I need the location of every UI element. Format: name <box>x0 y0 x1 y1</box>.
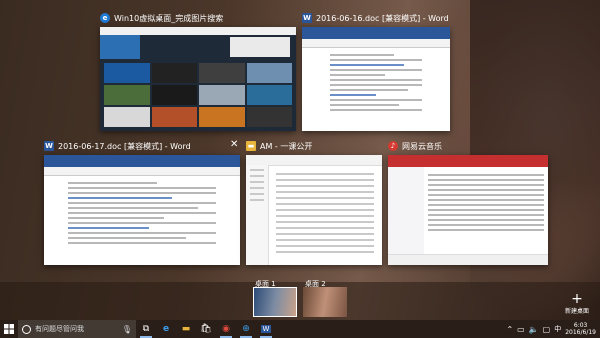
notification-icon[interactable]: ▢ <box>543 325 551 334</box>
close-window-icon[interactable]: ✕ <box>230 139 238 150</box>
word-app-button[interactable]: W <box>256 320 276 338</box>
word-icon: W <box>302 13 312 23</box>
chevron-up-icon[interactable]: ⌃ <box>506 325 513 334</box>
desktop-2-thumbnail[interactable] <box>303 287 347 317</box>
word-icon: W <box>44 141 54 151</box>
window-title-text: 2016-06-16.doc [兼容模式] - Word <box>316 13 449 23</box>
window-thumbnail-music[interactable] <box>388 155 548 265</box>
store-icon: 🛍 <box>200 324 212 334</box>
window-thumbnail-explorer[interactable] <box>246 155 382 265</box>
clock-time: 6:03 <box>573 322 588 329</box>
browser-app-button[interactable]: ⊕ <box>236 320 256 338</box>
window-thumbnail-browser[interactable] <box>100 27 296 131</box>
new-desktop-label: 新建桌面 <box>564 308 589 315</box>
search-box[interactable]: 有问题尽管问我 🎙 <box>18 320 136 338</box>
window-title-word-0616[interactable]: W 2016-06-16.doc [兼容模式] - Word <box>302 10 450 26</box>
clock-date: 2016/6/19 <box>565 329 596 336</box>
task-view-icon: ⧉ <box>142 324 150 334</box>
volume-icon[interactable]: 🔈 <box>529 325 539 334</box>
file-explorer-button[interactable]: ▬ <box>176 320 196 338</box>
music-app-button[interactable]: ◉ <box>216 320 236 338</box>
window-title-browser[interactable]: e Win10虚拟桌面_完成图片搜索 <box>100 10 296 26</box>
network-icon[interactable]: ▭ <box>517 325 525 334</box>
window-title-text: AM - 一课公开 <box>260 141 313 151</box>
desktop-1-thumbnail[interactable] <box>253 287 297 317</box>
window-title-explorer[interactable]: ▬ AM - 一课公开 <box>246 138 382 154</box>
task-view-button[interactable]: ⧉ <box>136 320 156 338</box>
microphone-icon[interactable]: 🎙 <box>122 325 132 334</box>
word-icon: W <box>260 325 272 333</box>
window-title-text: 2016-06-17.doc [兼容模式] - Word <box>58 141 191 151</box>
plus-icon: + <box>571 291 583 307</box>
clock[interactable]: 6:03 2016/6/19 <box>565 322 596 336</box>
edge-button[interactable]: e <box>156 320 176 338</box>
window-title-music[interactable]: ♪ 网易云音乐 <box>388 138 548 154</box>
cortana-icon <box>22 324 31 334</box>
taskbar: 有问题尽管问我 🎙 ⧉ e ▬ 🛍 ◉ ⊕ W ⌃ ▭ 🔈 ▢ 中 6:03 2… <box>0 320 600 338</box>
folder-icon: ▬ <box>181 324 191 334</box>
window-title-word-0617[interactable]: W 2016-06-17.doc [兼容模式] - Word <box>44 138 240 154</box>
window-thumbnail-word-0616[interactable] <box>302 27 450 131</box>
folder-icon: ▬ <box>246 141 256 151</box>
browser-icon: ⊕ <box>242 324 250 334</box>
music-icon: ♪ <box>388 141 398 151</box>
window-title-text: Win10虚拟桌面_完成图片搜索 <box>114 13 224 23</box>
search-placeholder: 有问题尽管问我 <box>35 325 84 333</box>
window-title-text: 网易云音乐 <box>402 141 442 151</box>
start-button[interactable] <box>0 320 18 338</box>
edge-icon: e <box>162 324 170 334</box>
browser-icon: e <box>100 13 110 23</box>
input-method-icon[interactable]: 中 <box>554 324 561 334</box>
music-icon: ◉ <box>222 324 230 334</box>
new-desktop-button[interactable]: + 新建桌面 <box>560 292 594 315</box>
store-button[interactable]: 🛍 <box>196 320 216 338</box>
desktops-strip <box>0 282 600 320</box>
windows-logo-icon <box>4 324 14 334</box>
system-tray: ⌃ ▭ 🔈 ▢ 中 6:03 2016/6/19 <box>506 322 600 336</box>
window-thumbnail-word-0617[interactable] <box>44 155 240 265</box>
